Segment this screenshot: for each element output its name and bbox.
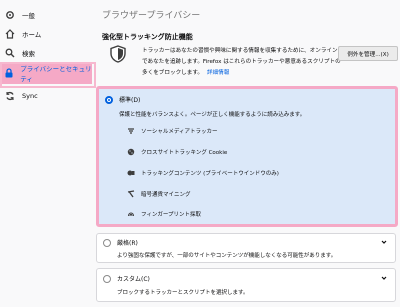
feature-label: ソーシャルメディアトラッカー: [141, 129, 218, 135]
shield-icon: [110, 45, 126, 63]
etp-description: トラッカーはあなたの習慣や興味に関する情報を収集するために、オンラインであなたを…: [142, 46, 342, 79]
page-title: ブラウザープライバシー: [102, 11, 201, 21]
sidebar-item-sync[interactable]: Sync: [0, 85, 92, 107]
chevron-down-icon[interactable]: [381, 275, 387, 281]
home-icon: [4, 28, 16, 40]
strict-title: 厳格(R): [117, 240, 138, 247]
standard-option-card[interactable]: 標準(D) 保護と性能をバランスよく。ページが正しく機能するように読み込みます。…: [96, 86, 398, 227]
strict-radio[interactable]: [103, 239, 111, 247]
feature-item: ソーシャルメディアトラッカー: [127, 127, 218, 135]
feature-label: クロスサイトトラッキング Cookie: [141, 150, 228, 156]
section-heading: 強化型トラッキング防止機能: [102, 33, 193, 41]
feature-item: クロスサイトトラッキング Cookie: [127, 148, 227, 156]
sidebar-item-label: プライバシーとセキュリティ: [20, 65, 92, 83]
sync-icon: [4, 90, 16, 102]
sidebar-item-label: 一般: [22, 12, 35, 20]
feature-item: トラッキングコンテンツ (プライベートウインドウのみ): [127, 169, 279, 177]
chevron-down-icon[interactable]: [381, 239, 387, 245]
feature-label: 暗号通貨マイニング: [141, 192, 191, 198]
etp-description-text: トラッカーはあなたの習慣や興味に関する情報を収集するために、オンラインであなたを…: [142, 48, 341, 76]
cryptominer-icon: [127, 190, 135, 198]
social-tracker-icon: [127, 127, 135, 135]
feature-label: フィンガープリント採取: [141, 212, 202, 218]
standard-title: 標準(D): [119, 97, 141, 104]
custom-title: カスタム(C): [117, 276, 150, 283]
gear-icon: [4, 9, 16, 21]
custom-radio[interactable]: [103, 275, 111, 283]
sidebar-item-label: Sync: [22, 92, 38, 100]
feature-item: フィンガープリント採取: [127, 210, 201, 218]
feature-item: 暗号通貨マイニング: [127, 190, 191, 198]
sidebar-item-search[interactable]: 検索: [0, 42, 92, 64]
sidebar-item-label: 検索: [22, 50, 35, 58]
custom-option-card[interactable]: カスタム(C) ブロックするトラッカーとスクリプトを選択します。: [96, 268, 396, 302]
strict-option-card[interactable]: 厳格(R) より強固な保護ですが、一部のサイトやコンテンツが機能しなくなる可能性…: [96, 233, 396, 263]
sidebar-item-privacy[interactable]: プライバシーとセキュリティ: [0, 62, 96, 88]
lock-icon: [4, 67, 14, 79]
standard-description: 保護と性能をバランスよく。ページが正しく機能するように読み込みます。: [119, 112, 306, 118]
fingerprint-icon: [127, 210, 135, 218]
sidebar-item-label: ホーム: [22, 31, 42, 39]
tracking-content-icon: [127, 169, 135, 177]
manage-exceptions-button[interactable]: 例外を管理...(X): [338, 46, 398, 61]
standard-radio[interactable]: [105, 96, 113, 104]
main-content: ブラウザープライバシー 強化型トラッキング防止機能 トラッカーはあなたの習慣や興…: [92, 0, 400, 307]
sidebar: 一般 ホーム 検索 プライバシーとセキュリティ Sync: [0, 0, 96, 307]
custom-description: ブロックするトラッカーとスクリプトを選択します。: [117, 290, 249, 296]
cookie-icon: [127, 148, 135, 156]
strict-description: より強固な保護ですが、一部のサイトやコンテンツが機能しなくなる可能性があります。: [117, 253, 337, 259]
feature-label: トラッキングコンテンツ (プライベートウインドウのみ): [141, 171, 279, 177]
search-icon: [4, 47, 16, 59]
learn-more-link[interactable]: 詳細情報: [207, 70, 229, 76]
